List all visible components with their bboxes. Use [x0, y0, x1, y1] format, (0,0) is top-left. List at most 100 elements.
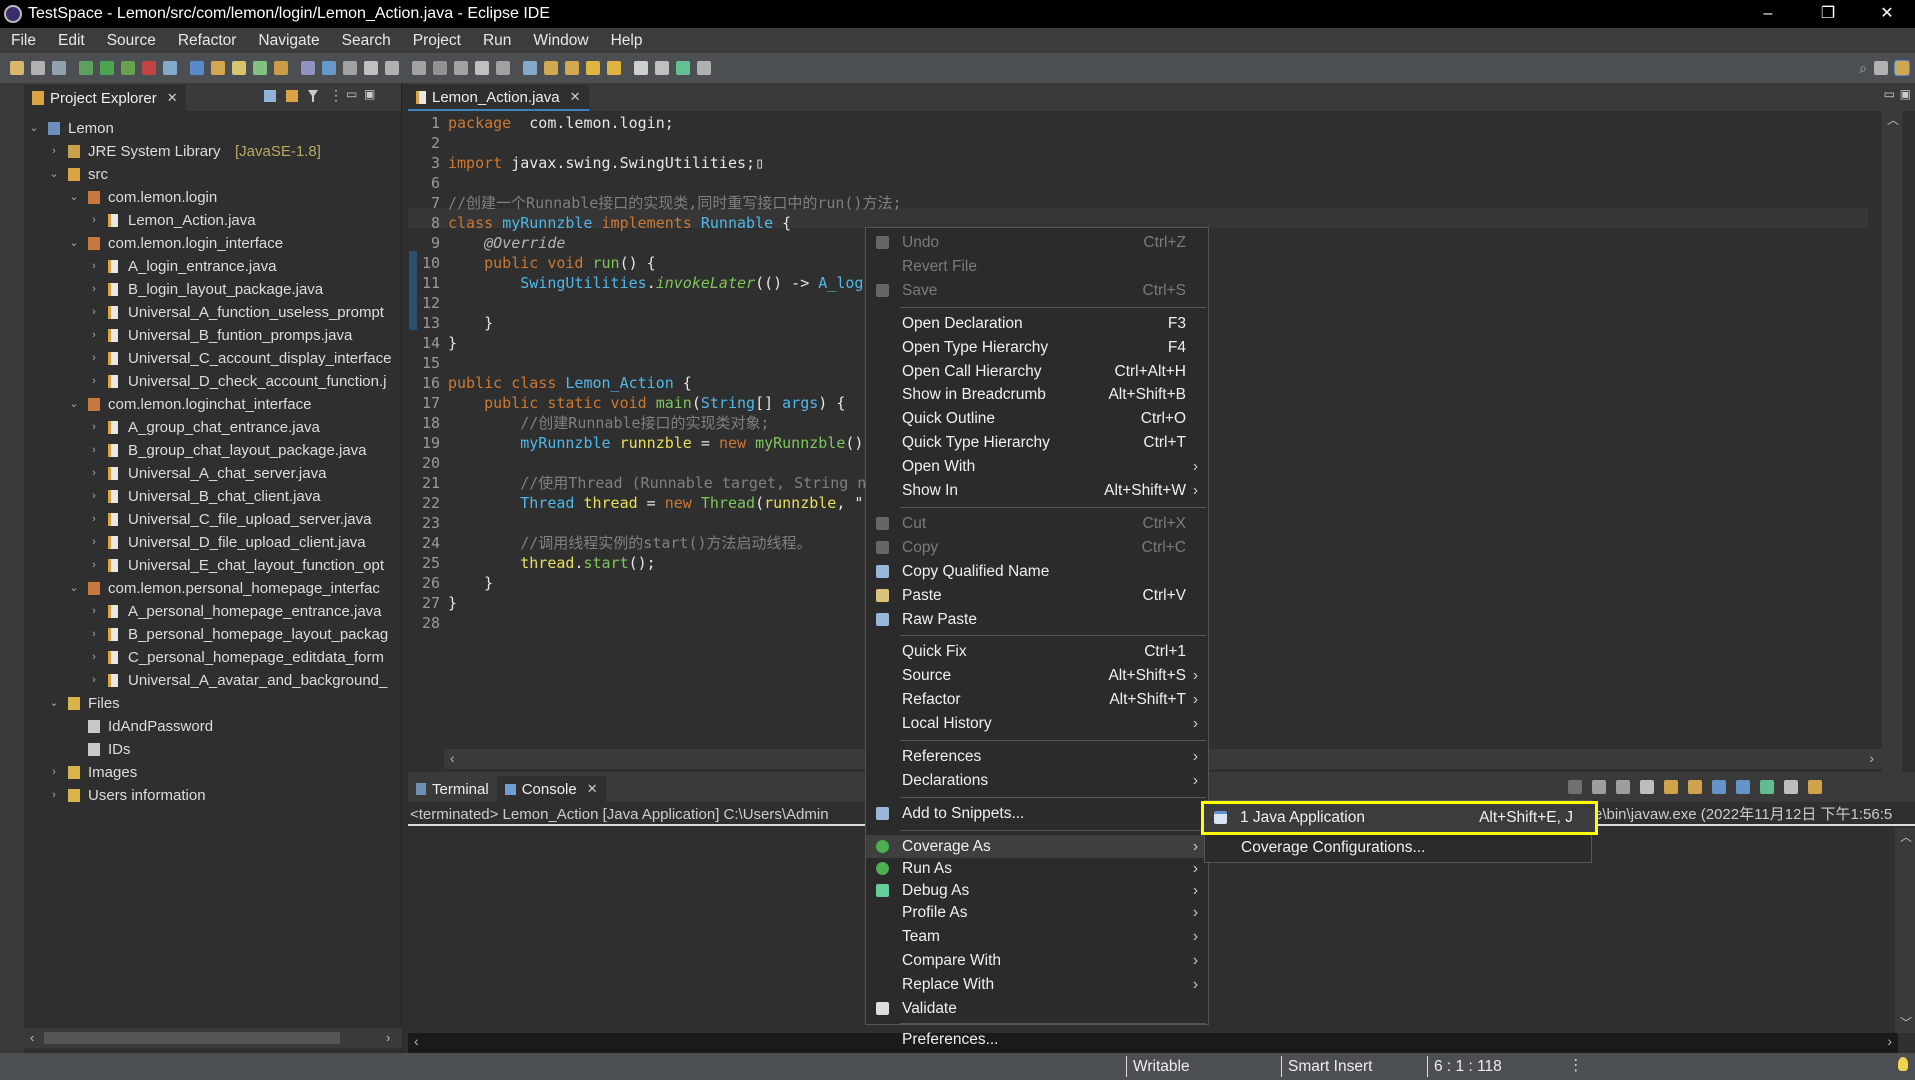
scroll-right-icon[interactable]: › — [1869, 750, 1874, 766]
vertical-scrollbar[interactable]: ︿ ﹀ — [1882, 111, 1902, 831]
toolbar-button-icon[interactable] — [100, 61, 114, 75]
filter-icon[interactable] — [308, 90, 318, 102]
code-line[interactable]: //使用Thread (Runnable target, String n — [448, 473, 866, 493]
tree-item[interactable]: › B_personal_homepage_layout_packag — [24, 623, 402, 646]
scroll-left-icon[interactable]: ‹ — [30, 1030, 34, 1045]
menu-navigate[interactable]: Navigate — [247, 32, 330, 50]
chevron-right-icon[interactable]: › — [88, 255, 100, 278]
tree-item[interactable]: ⌄ com.lemon.personal_homepage_interfac — [24, 577, 402, 600]
toolbar-button-icon[interactable] — [190, 61, 204, 75]
console-toolbar-icon[interactable] — [1640, 780, 1654, 794]
code-line[interactable]: thread.start(); — [448, 553, 655, 573]
toolbar-button-icon[interactable] — [523, 61, 537, 75]
menu-item-show-in[interactable]: Show In Alt+Shift+W › — [866, 479, 1208, 502]
menu-item-declarations[interactable]: Declarations › — [866, 769, 1208, 792]
tree-item[interactable]: › Universal_D_file_upload_client.java — [24, 531, 402, 554]
scroll-left-icon[interactable]: ‹ — [450, 750, 455, 766]
menu-item-references[interactable]: References › — [866, 745, 1208, 768]
tree-item[interactable]: › B_group_chat_layout_package.java — [24, 439, 402, 462]
close-tab-icon[interactable]: ✕ — [570, 89, 581, 105]
menu-item-local-history[interactable]: Local History › — [866, 712, 1208, 735]
code-line[interactable]: package com.lemon.login; — [448, 113, 674, 133]
code-line[interactable]: myRunnzble runnzble = new myRunnzble() — [448, 433, 863, 453]
chevron-right-icon[interactable]: › — [88, 462, 100, 485]
menu-item-raw-paste[interactable]: Raw Paste — [866, 608, 1208, 631]
console-toolbar-icon[interactable] — [1784, 780, 1798, 794]
toolbar-button-icon[interactable] — [163, 61, 177, 75]
chevron-right-icon[interactable]: › — [88, 669, 100, 692]
code-line[interactable]: @Override — [448, 233, 565, 253]
scrollbar-thumb[interactable] — [44, 1032, 340, 1044]
chevron-right-icon[interactable]: › — [88, 324, 100, 347]
toolbar-button-icon[interactable] — [301, 61, 315, 75]
tree-item[interactable]: ⌄ com.lemon.login_interface — [24, 232, 402, 255]
toolbar-button-icon[interactable] — [211, 61, 225, 75]
code-line[interactable]: public class Lemon_Action { — [448, 373, 692, 393]
toolbar-button-icon[interactable] — [364, 61, 378, 75]
chevron-down-icon[interactable]: ⌄ — [68, 186, 80, 209]
code-line[interactable]: class myRunnzble implements Runnable { — [448, 213, 791, 233]
console-toolbar-icon[interactable] — [1568, 780, 1582, 794]
code-line[interactable]: } — [448, 593, 457, 613]
close-tab-icon[interactable]: ✕ — [167, 90, 178, 106]
tree-item[interactable]: › C_personal_homepage_editdata_form — [24, 646, 402, 669]
toolbar-button-icon[interactable] — [433, 61, 447, 75]
toolbar-button-icon[interactable] — [142, 61, 156, 75]
submenu-item[interactable]: Coverage Configurations... — [1205, 834, 1591, 862]
menu-search[interactable]: Search — [331, 32, 402, 50]
scroll-left-icon[interactable]: ‹ — [414, 1033, 419, 1049]
search-icon[interactable]: ⌕ — [1859, 60, 1867, 77]
chevron-right-icon[interactable]: › — [88, 623, 100, 646]
menu-item-open-declaration[interactable]: Open Declaration F3 — [866, 312, 1208, 335]
toolbar-button-icon[interactable] — [565, 61, 579, 75]
tree-item[interactable]: › A_group_chat_entrance.java — [24, 416, 402, 439]
console-toolbar-icon[interactable] — [1736, 780, 1750, 794]
close-button[interactable]: ✕ — [1859, 0, 1915, 28]
toolbar-button-icon[interactable] — [634, 61, 648, 75]
open-perspective-icon[interactable] — [1874, 61, 1888, 75]
toolbar-button-icon[interactable] — [343, 61, 357, 75]
menu-item-coverage-as[interactable]: Coverage As › — [866, 834, 1208, 858]
chevron-right-icon[interactable]: › — [88, 347, 100, 370]
code-line[interactable]: SwingUtilities.invokeLater(() -> A_log — [448, 273, 863, 293]
code-line[interactable]: } — [448, 333, 457, 353]
menu-item-show-in-breadcrumb[interactable]: Show in Breadcrumb Alt+Shift+B — [866, 383, 1208, 406]
tree-item[interactable]: ⌄ com.lemon.login — [24, 186, 402, 209]
chevron-right-icon[interactable]: › — [88, 531, 100, 554]
scroll-up-icon[interactable]: ︿ — [1900, 828, 1912, 845]
code-line[interactable]: import javax.swing.SwingUtilities;▯ — [448, 153, 764, 173]
tree-item[interactable]: › Users information — [24, 784, 402, 807]
tree-item[interactable]: › A_login_entrance.java — [24, 255, 402, 278]
code-line[interactable]: public static void main(String[] args) { — [448, 393, 845, 413]
code-line[interactable]: } — [448, 573, 493, 593]
chevron-right-icon[interactable]: › — [48, 784, 60, 807]
console-toolbar-icon[interactable] — [1688, 780, 1702, 794]
menu-refactor[interactable]: Refactor — [167, 32, 248, 50]
tree-item[interactable]: › B_login_layout_package.java — [24, 278, 402, 301]
tree-item[interactable]: › Universal_C_account_display_interface — [24, 347, 402, 370]
tab-terminal[interactable]: Terminal — [408, 776, 497, 802]
console-toolbar-icon[interactable] — [1616, 780, 1630, 794]
chevron-right-icon[interactable]: › — [48, 761, 60, 784]
menu-item-quick-fix[interactable]: Quick Fix Ctrl+1 — [866, 640, 1208, 663]
tree-item[interactable]: › Universal_A_avatar_and_background_ — [24, 669, 402, 692]
console-toolbar-icon[interactable] — [1664, 780, 1678, 794]
tree-item[interactable]: ⌄ Lemon — [24, 117, 402, 140]
tree-item[interactable]: › Universal_E_chat_layout_function_opt — [24, 554, 402, 577]
tab-lemon-action-java[interactable]: Lemon_Action.java ✕ — [408, 85, 589, 111]
chevron-down-icon[interactable]: ⌄ — [68, 577, 80, 600]
menu-item-replace-with[interactable]: Replace With › — [866, 973, 1208, 996]
toolbar-button-icon[interactable] — [586, 61, 600, 75]
console-vertical-scrollbar[interactable]: ︿ ﹀ — [1895, 828, 1915, 1033]
toolbar-button-icon[interactable] — [496, 61, 510, 75]
chevron-down-icon[interactable]: ⌄ — [68, 232, 80, 255]
toolbar-button-icon[interactable] — [475, 61, 489, 75]
scroll-right-icon[interactable]: › — [386, 1030, 390, 1045]
java-perspective-icon[interactable] — [1894, 60, 1910, 76]
tree-item[interactable]: ⌄ src — [24, 163, 402, 186]
menu-project[interactable]: Project — [402, 32, 472, 50]
tree-item[interactable]: IdAndPassword — [24, 715, 402, 738]
console-toolbar-icon[interactable] — [1760, 780, 1774, 794]
menu-item-refactor[interactable]: Refactor Alt+Shift+T › — [866, 688, 1208, 711]
menu-item-source[interactable]: Source Alt+Shift+S › — [866, 664, 1208, 687]
